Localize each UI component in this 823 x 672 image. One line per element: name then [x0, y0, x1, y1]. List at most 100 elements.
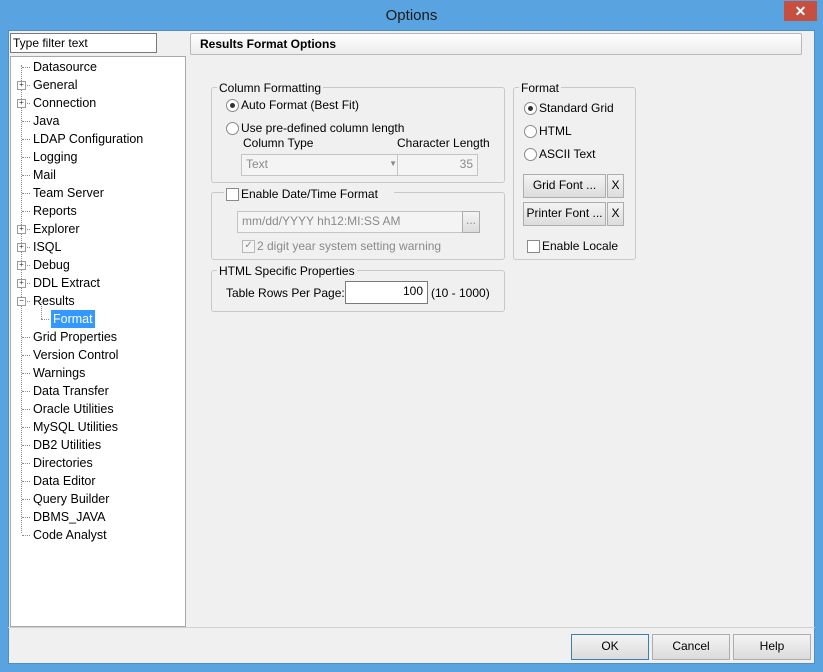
tree-item-label: LDAP Configuration [33, 132, 144, 146]
tree-connector [22, 373, 30, 374]
tree-item-code-analyst[interactable]: Code Analyst [11, 526, 185, 544]
predefined-length-label: Use pre-defined column length [241, 121, 405, 135]
auto-format-label: Auto Format (Best Fit) [241, 98, 360, 112]
tree-item-general[interactable]: + General [11, 76, 185, 94]
ok-button[interactable]: OK [571, 634, 649, 660]
tree-item-label: Logging [33, 150, 78, 164]
rows-per-page-label: Table Rows Per Page: [226, 286, 345, 300]
tree-item-directories[interactable]: Directories [11, 454, 185, 472]
tree-item-label: Directories [33, 456, 93, 470]
tree-item-label: Query Builder [33, 492, 110, 506]
tree-item-format[interactable]: Format [11, 310, 185, 328]
tree-item-java[interactable]: Java [11, 112, 185, 130]
tree-item-warnings[interactable]: Warnings [11, 364, 185, 382]
predefined-length-radio[interactable] [226, 122, 239, 135]
tree-item-explorer[interactable]: + Explorer [11, 220, 185, 238]
column-formatting-legend: Column Formatting [217, 81, 324, 95]
tree-connector [41, 319, 49, 320]
close-icon: ✕ [794, 3, 807, 19]
two-digit-year-label: 2 digit year system setting warning [257, 239, 442, 253]
tree-item-label: Data Editor [33, 474, 96, 488]
collapse-icon[interactable]: − [17, 297, 26, 306]
tree-item-query-builder[interactable]: Query Builder [11, 490, 185, 508]
auto-format-radio[interactable] [226, 99, 239, 112]
ascii-text-label: ASCII Text [539, 147, 596, 161]
tree-item-ldap-configuration[interactable]: LDAP Configuration [11, 130, 185, 148]
tree-item-mysql-utilities[interactable]: MySQL Utilities [11, 418, 185, 436]
tree-connector [22, 175, 30, 176]
ascii-text-radio[interactable] [524, 148, 537, 161]
tree-item-label: DBMS_JAVA [33, 510, 106, 524]
character-length-label: Character Length [397, 136, 490, 150]
tree-item-data-transfer[interactable]: Data Transfer [11, 382, 185, 400]
footer-divider [8, 627, 815, 628]
rows-per-page-input[interactable]: 100 [345, 281, 428, 304]
html-properties-legend: HTML Specific Properties [217, 264, 357, 278]
tree-connector [22, 517, 30, 518]
tree-item-label: Mail [33, 168, 56, 182]
enable-locale-label: Enable Locale [542, 239, 619, 253]
tree-item-connection[interactable]: + Connection [11, 94, 185, 112]
expand-icon[interactable]: + [17, 279, 26, 288]
tree-child-guide [41, 302, 42, 319]
cancel-button[interactable]: Cancel [652, 634, 730, 660]
standard-grid-radio[interactable] [524, 102, 537, 115]
tree-item-dbms-java[interactable]: DBMS_JAVA [11, 508, 185, 526]
filter-input[interactable] [10, 33, 157, 53]
tree-connector [22, 481, 30, 482]
tree-connector [22, 499, 30, 500]
enable-datetime-checkbox[interactable] [226, 188, 239, 201]
tree-item-team-server[interactable]: Team Server [11, 184, 185, 202]
window-title: Options [385, 7, 438, 24]
enable-locale-checkbox[interactable] [527, 240, 540, 253]
tree-connector [22, 67, 30, 68]
html-radio[interactable] [524, 125, 537, 138]
expand-icon[interactable]: + [17, 99, 26, 108]
rows-per-page-value: 100 [402, 284, 423, 298]
tree-item-oracle-utilities[interactable]: Oracle Utilities [11, 400, 185, 418]
tree-item-db2-utilities[interactable]: DB2 Utilities [11, 436, 185, 454]
datetime-format-value: mm/dd/YYYY hh12:MI:SS AM [242, 214, 401, 228]
clear-grid-font-button[interactable]: X [607, 174, 624, 198]
tree-item-datasource[interactable]: Datasource [11, 58, 185, 76]
two-digit-year-checkbox[interactable]: ✓ [242, 240, 255, 253]
tree-item-label: Java [33, 114, 60, 128]
expand-icon[interactable]: + [17, 81, 26, 90]
tree-connector [22, 463, 30, 464]
tree-item-reports[interactable]: Reports [11, 202, 185, 220]
tree-item-ddl-extract[interactable]: + DDL Extract [11, 274, 185, 292]
expand-icon[interactable]: + [17, 225, 26, 234]
character-length-input[interactable]: 35 [397, 154, 478, 176]
expand-icon[interactable]: + [17, 261, 26, 270]
tree-item-version-control[interactable]: Version Control [11, 346, 185, 364]
printer-font-button[interactable]: Printer Font ... [523, 202, 606, 226]
tree-item-results[interactable]: − Results [11, 292, 185, 310]
rows-range-label: (10 - 1000) [431, 286, 490, 300]
help-button[interactable]: Help [733, 634, 811, 660]
tree-item-data-editor[interactable]: Data Editor [11, 472, 185, 490]
html-label: HTML [539, 124, 572, 138]
tree-item-label: Reports [33, 204, 77, 218]
datetime-browse-button[interactable]: ... [462, 211, 480, 233]
standard-grid-label: Standard Grid [539, 101, 614, 115]
tree-item-label: Code Analyst [33, 528, 107, 542]
column-type-select[interactable]: Text ▼ [241, 154, 403, 176]
tree-item-label: MySQL Utilities [33, 420, 118, 434]
tree-item-debug[interactable]: + Debug [11, 256, 185, 274]
tree-item-label: DDL Extract [33, 276, 100, 290]
tree-item-logging[interactable]: Logging [11, 148, 185, 166]
tree-connector [22, 445, 30, 446]
close-window-button[interactable]: ✕ [784, 1, 817, 21]
datetime-format-input[interactable]: mm/dd/YYYY hh12:MI:SS AM [237, 211, 466, 233]
tree-item-isql[interactable]: + ISQL [11, 238, 185, 256]
options-tree[interactable]: Datasource + General + Connection Java LDAP Co… [10, 56, 186, 627]
grid-font-button[interactable]: Grid Font ... [523, 174, 606, 198]
tree-connector [22, 409, 30, 410]
tree-item-mail[interactable]: Mail [11, 166, 185, 184]
tree-connector [22, 139, 30, 140]
clear-printer-font-button[interactable]: X [607, 202, 624, 226]
tree-item-grid-properties[interactable]: Grid Properties [11, 328, 185, 346]
tree-item-label: Data Transfer [33, 384, 109, 398]
expand-icon[interactable]: + [17, 243, 26, 252]
panel-header: Results Format Options [190, 33, 802, 55]
